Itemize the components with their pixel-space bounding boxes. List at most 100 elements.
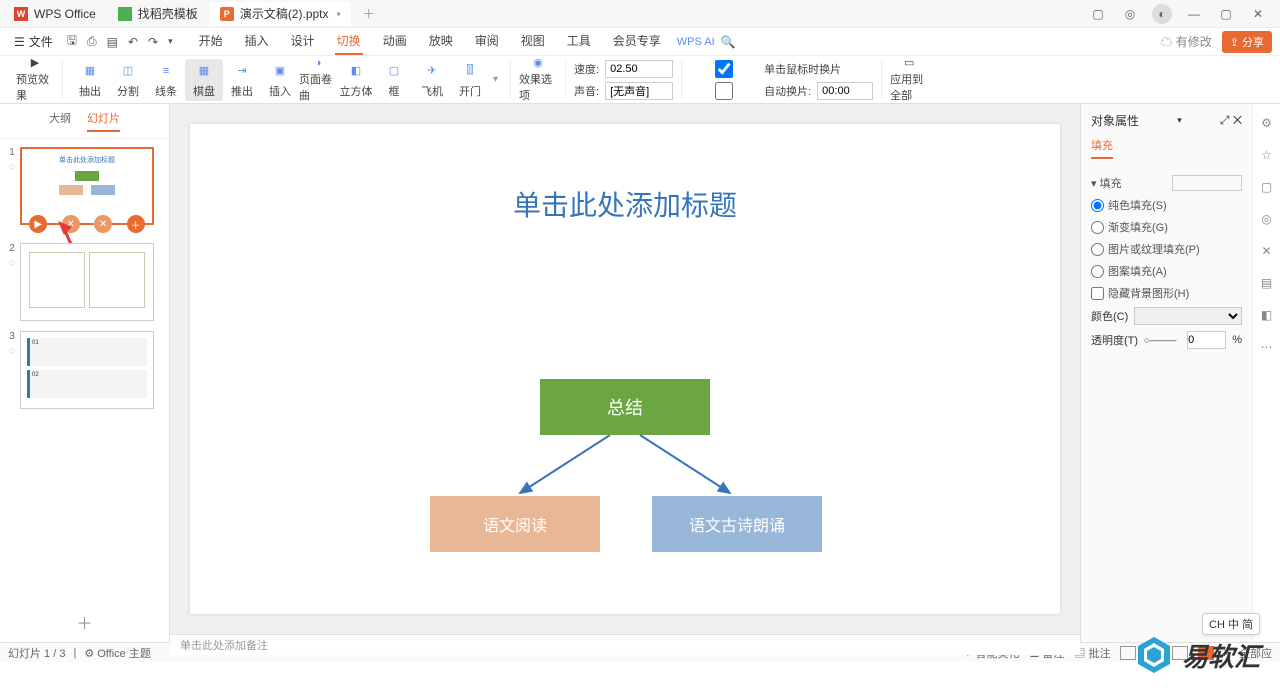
tab-slideshow[interactable]: 放映 — [427, 28, 455, 55]
close-button[interactable]: ✕ — [1248, 4, 1268, 24]
thumb-anim-icon[interactable]: ✕ — [94, 215, 112, 233]
undo-icon[interactable]: ↶ — [128, 35, 138, 49]
ime-indicator: CH 中 简 — [1202, 613, 1260, 635]
trans-5[interactable]: ▣插入 — [261, 59, 299, 101]
tab-file-label: 演示文稿(2).pptx — [240, 5, 329, 22]
trans-6[interactable]: ◑页面卷曲 — [299, 59, 337, 101]
trans-2[interactable]: ≡线条 — [147, 59, 185, 101]
auto-advance[interactable]: 自动换片: — [690, 82, 873, 100]
thumb-trans-icon[interactable]: ✕ — [62, 215, 80, 233]
tab-insert[interactable]: 插入 — [243, 28, 271, 55]
color-select[interactable] — [1134, 307, 1242, 325]
app-icon-1[interactable]: ▢ — [1088, 4, 1108, 24]
dropdown-icon[interactable]: ▾ — [168, 36, 173, 47]
tab-start[interactable]: 开始 — [197, 28, 225, 55]
side-icon-6[interactable]: ▤ — [1258, 274, 1276, 292]
side-icon-3[interactable]: ▢ — [1258, 178, 1276, 196]
theme-status[interactable]: ⚙ Office 主题 — [84, 645, 151, 661]
trans-7[interactable]: ◧立方体 — [337, 59, 375, 101]
side-icon-5[interactable]: ✕ — [1258, 242, 1276, 260]
sound-select[interactable] — [605, 82, 673, 100]
side-icon-1[interactable]: ⚙ — [1258, 114, 1276, 132]
trans-1[interactable]: ◫分割 — [109, 59, 147, 101]
fill-picture[interactable]: 图片或纹理填充(P) — [1091, 241, 1242, 257]
thumb-3[interactable]: 0102 — [20, 331, 154, 409]
shape-summary[interactable]: 总结 — [540, 379, 710, 435]
fill-gradient[interactable]: 渐变填充(G) — [1091, 219, 1242, 235]
hide-bg[interactable]: 隐藏背景图形(H) — [1091, 285, 1242, 301]
fill-tab[interactable]: 填充 — [1091, 137, 1113, 159]
click-checkbox[interactable] — [690, 60, 758, 78]
preview-icon: ▶ — [25, 56, 45, 69]
side-icon-more[interactable]: ⋯ — [1258, 338, 1276, 356]
click-advance[interactable]: 单击鼠标时换片 — [690, 60, 873, 78]
panel-tab-slides[interactable]: 幻灯片 — [87, 110, 120, 132]
avatar-icon[interactable]: ◐ — [1152, 4, 1172, 24]
tab-template-label: 找稻壳模板 — [138, 5, 198, 22]
auto-time-input[interactable] — [817, 82, 873, 100]
tab-member[interactable]: 会员专享 — [611, 28, 663, 55]
trans-0[interactable]: ▦抽出 — [71, 59, 109, 101]
print-icon[interactable]: ⎙ — [87, 34, 97, 49]
trans-input[interactable] — [1187, 331, 1226, 349]
tab-file[interactable]: P 演示文稿(2).pptx • — [210, 2, 351, 26]
side-icon-4[interactable]: ◎ — [1258, 210, 1276, 228]
tab-template[interactable]: 找稻壳模板 — [108, 2, 208, 26]
side-icon-7[interactable]: ◧ — [1258, 306, 1276, 324]
connector-arrows — [490, 435, 770, 497]
apply-all-button[interactable]: ▭应用到全部 — [890, 59, 928, 101]
effect-options[interactable]: ◉效果选项 — [519, 59, 557, 101]
trans-label: 透明度(T) — [1091, 332, 1138, 348]
panel-tab-outline[interactable]: 大纲 — [49, 110, 71, 132]
tab-transition[interactable]: 切换 — [335, 28, 363, 55]
preview-button[interactable]: ▶ 预览效果 — [16, 59, 54, 101]
redo-icon[interactable]: ↷ — [148, 35, 158, 49]
trans-8[interactable]: ▢框 — [375, 59, 413, 101]
fav-2[interactable]: ☆ — [8, 258, 17, 269]
tab-review[interactable]: 审阅 — [473, 28, 501, 55]
thumb-1[interactable]: 单击此处添加标题 ▶ ✕ ✕ ＋ — [20, 147, 154, 225]
trans-3[interactable]: ▦棋盘 — [185, 59, 223, 101]
file-menu[interactable]: ☰ 文件 — [8, 31, 59, 52]
auto-checkbox[interactable] — [690, 82, 758, 100]
minimize-button[interactable]: — — [1184, 4, 1204, 24]
fill-pattern[interactable]: 图案填充(A) — [1091, 263, 1242, 279]
fav-1[interactable]: ☆ — [8, 162, 17, 173]
tab-view[interactable]: 视图 — [519, 28, 547, 55]
trans-10[interactable]: ⫿⫿开门 — [451, 59, 489, 101]
cloud-status[interactable]: ☁ 有修改 — [1160, 33, 1211, 50]
thumb-2[interactable] — [20, 243, 154, 321]
thumb-play-icon[interactable]: ▶ — [29, 215, 47, 233]
props-close-icon[interactable]: ✕ — [1233, 113, 1242, 127]
save-icon[interactable]: 🖫 — [67, 31, 77, 52]
tab-add[interactable]: ＋ — [353, 2, 385, 26]
ppt-icon: P — [220, 7, 234, 21]
preview-icon[interactable]: ▤ — [107, 35, 118, 49]
share-button[interactable]: ⇪ 分享 — [1222, 31, 1272, 53]
shape-recite[interactable]: 语文古诗朗诵 — [652, 496, 822, 552]
trans-more[interactable]: ▾ — [489, 74, 502, 85]
add-slide-button[interactable]: ＋ — [0, 602, 169, 642]
speed-input[interactable] — [605, 60, 673, 78]
shape-reading[interactable]: 语文阅读 — [430, 496, 600, 552]
trans-9[interactable]: ✈飞机 — [413, 59, 451, 101]
fill-section[interactable]: 填充 — [1100, 178, 1122, 190]
tab-design[interactable]: 设计 — [289, 28, 317, 55]
side-icon-2[interactable]: ☆ — [1258, 146, 1276, 164]
maximize-button[interactable]: ▢ — [1216, 4, 1236, 24]
slide-title[interactable]: 单击此处添加标题 — [190, 184, 1060, 224]
fill-solid[interactable]: 纯色填充(S) — [1091, 197, 1242, 213]
app-icon-2[interactable]: ◎ — [1120, 4, 1140, 24]
tab-animation[interactable]: 动画 — [381, 28, 409, 55]
wps-ai-link[interactable]: WPS AI — [677, 36, 715, 48]
preview-label: 预览效果 — [16, 71, 54, 103]
search-icon[interactable]: 🔍 — [721, 35, 736, 49]
notes-bar[interactable]: 单击此处添加备注 — [170, 634, 1080, 655]
tab-tools[interactable]: 工具 — [565, 28, 593, 55]
thumb-add-icon[interactable]: ＋ — [127, 215, 145, 233]
slide-canvas[interactable]: 单击此处添加标题 总结 语文阅读 语文古诗朗诵 — [190, 124, 1060, 614]
fav-3[interactable]: ☆ — [8, 346, 17, 357]
trans-4[interactable]: ⇥推出 — [223, 59, 261, 101]
tab-wps[interactable]: W WPS Office — [4, 2, 106, 26]
props-pin-icon[interactable]: ⤢ — [1220, 113, 1230, 127]
